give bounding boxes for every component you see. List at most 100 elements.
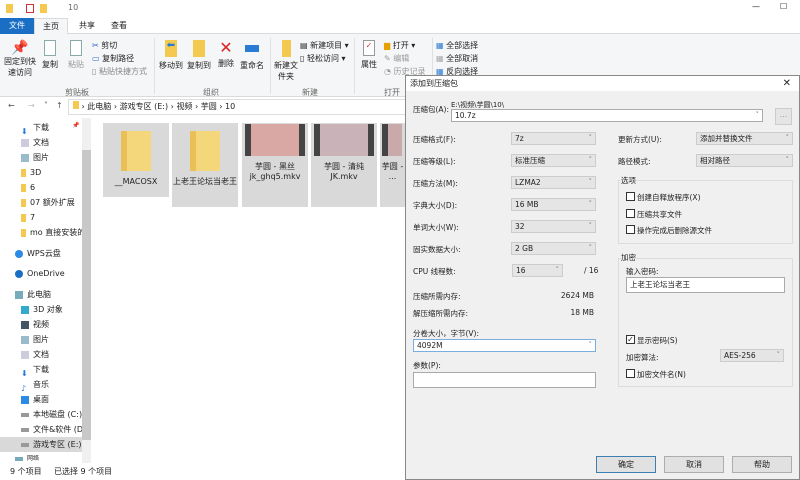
properties-quick-icon[interactable] — [26, 4, 34, 13]
nav-item-folder[interactable]: 07 额外扩展 — [0, 195, 82, 210]
format-select[interactable]: 7z ˅ — [511, 132, 596, 145]
breadcrumb[interactable]: 10 — [225, 102, 235, 111]
nav-item-network[interactable]: 网络 — [0, 455, 82, 463]
level-select[interactable]: 标准压缩 ˅ — [511, 154, 596, 167]
copy-path-button[interactable]: ▭ 复制路径 — [92, 53, 134, 64]
properties-button[interactable]: ✓ 属性 — [357, 40, 381, 70]
chevron-down-icon: ˅ — [588, 178, 593, 186]
split-size-combo[interactable]: 4092M ˅ — [413, 339, 596, 352]
enc-method-select[interactable]: AES-256 ˅ — [720, 349, 784, 362]
breadcrumb[interactable]: 游戏专区 (E:) — [120, 102, 169, 111]
browse-button[interactable]: ... — [775, 108, 792, 125]
tab-home[interactable]: 主页 — [34, 18, 68, 34]
nav-item-folder[interactable]: 7 — [0, 210, 82, 225]
copy-button[interactable]: 复制 — [38, 40, 62, 70]
nav-item-folder[interactable]: 3D — [0, 165, 82, 180]
copy-path-icon: ▭ — [92, 54, 100, 63]
nav-item-videos[interactable]: 视频 — [0, 317, 82, 332]
dict-select[interactable]: 16 MB ˅ — [511, 198, 596, 211]
tab-view[interactable]: 查看 — [102, 18, 136, 34]
solid-select[interactable]: 2 GB ˅ — [511, 242, 596, 255]
new-item-button[interactable]: ▤ 新建项目 ▾ — [300, 40, 349, 51]
sfx-checkbox[interactable] — [626, 192, 635, 201]
cut-button[interactable]: ✂ 剪切 — [92, 40, 117, 51]
ok-button[interactable]: 确定 — [596, 456, 656, 473]
scrollbar-thumb[interactable] — [82, 150, 91, 440]
breadcrumb[interactable]: 视频 — [176, 102, 192, 111]
edit-icon: ✎ — [384, 54, 391, 63]
nav-item-drive-d[interactable]: 文件&软件 (D — [0, 422, 82, 437]
enc-method-label: 加密算法: — [626, 353, 659, 362]
cpu-label: CPU 线程数: — [413, 267, 456, 276]
forward-button[interactable]: → — [28, 101, 35, 110]
maximize-button[interactable]: ☐ — [780, 2, 787, 11]
new-folder-button[interactable]: 新建文件夹 — [272, 40, 300, 82]
nav-item-wps-cloud[interactable]: WPS云盘 — [0, 246, 82, 261]
select-none-button[interactable]: ▦ 全部取消 — [436, 53, 478, 64]
path-mode-select[interactable]: 相对路径 ˅ — [696, 154, 793, 167]
back-button[interactable]: ← — [8, 101, 15, 110]
delete-button[interactable]: ✕ 删除 — [214, 38, 238, 69]
file-item-video[interactable]: 芋圆 - 清纯JK.mkv — [311, 123, 377, 207]
item-count: 9 个项目 — [10, 467, 42, 476]
nav-item-this-pc[interactable]: 此电脑 — [0, 287, 82, 302]
nav-item-pictures[interactable]: 图片 — [0, 150, 82, 165]
group-clipboard-label: 剪贴板 — [65, 88, 89, 97]
nav-item-music[interactable]: ♪ 音乐 — [0, 377, 82, 392]
breadcrumb[interactable]: 此电脑 — [87, 102, 111, 111]
rename-button[interactable]: 重命名 — [238, 40, 266, 71]
nav-item-downloads[interactable]: ⬇ 下载 — [0, 120, 82, 135]
file-item-folder[interactable]: __MACOSX — [103, 123, 169, 197]
method-select[interactable]: LZMA2 ˅ — [511, 176, 596, 189]
nav-item-drive-c[interactable]: 本地磁盘 (C:) — [0, 407, 82, 422]
params-input[interactable] — [413, 372, 596, 388]
paste-shortcut-button[interactable]: ▯ 粘贴快捷方式 — [92, 66, 147, 77]
file-item-video[interactable]: 芋圆 - 黑丝jk_ghq5.mkv — [242, 123, 308, 207]
copy-to-button[interactable]: 复制到 — [185, 40, 213, 71]
nav-item-documents[interactable]: 文档 — [0, 135, 82, 150]
new-folder-quick-icon[interactable] — [40, 4, 47, 13]
nav-item-onedrive[interactable]: OneDrive — [0, 266, 82, 281]
encrypt-names-checkbox[interactable] — [626, 369, 635, 378]
nav-item-downloads[interactable]: ⬇ 下载 — [0, 362, 82, 377]
nav-item-desktop[interactable]: 桌面 — [0, 392, 82, 407]
nav-item-drive-e[interactable]: 游戏专区 (E:) — [0, 437, 82, 452]
close-button[interactable]: ✕ — [783, 76, 791, 91]
pin-icon: 📌 — [11, 40, 29, 56]
pin-quick-access-button[interactable]: 📌 固定到快速访问 — [4, 40, 36, 78]
edit-button[interactable]: ✎ 编辑 — [384, 53, 409, 64]
minimize-button[interactable]: — — [752, 2, 760, 11]
dialog-title-bar: 添加到压缩包 ✕ — [406, 76, 799, 91]
tab-file[interactable]: 文件 — [0, 18, 34, 34]
tab-share[interactable]: 共享 — [70, 18, 104, 34]
show-password-checkbox[interactable]: ✓ — [626, 335, 635, 344]
shared-checkbox[interactable] — [626, 209, 635, 218]
address-bar[interactable]: › 此电脑 › 游戏专区 (E:) › 视频 › 芋圆 › 10 — [68, 99, 408, 115]
select-all-button[interactable]: ▦ 全部选择 — [436, 40, 478, 51]
easy-access-button[interactable]: ▯ 轻松访问 ▾ — [300, 53, 346, 64]
move-to-button[interactable]: ⬅ 移动到 — [157, 40, 185, 71]
nav-item-3d-objects[interactable]: 3D 对象 — [0, 302, 82, 317]
video-icon — [21, 320, 29, 329]
nav-item-folder[interactable]: mo 直接安装的 — [0, 225, 82, 240]
nav-item-documents[interactable]: 文档 — [0, 347, 82, 362]
delete-after-checkbox[interactable] — [626, 225, 635, 234]
nav-scrollbar[interactable] — [82, 118, 91, 463]
nav-item-pictures[interactable]: 图片 — [0, 332, 82, 347]
word-select[interactable]: 32 ˅ — [511, 220, 596, 233]
paste-button[interactable]: 粘贴 — [64, 40, 88, 70]
up-button[interactable]: ↑ — [56, 101, 63, 110]
nav-item-folder[interactable]: 6 — [0, 180, 82, 195]
cpu-select[interactable]: 16 ˅ — [512, 264, 563, 277]
cancel-button[interactable]: 取消 — [664, 456, 724, 473]
breadcrumb[interactable]: 芋圆 — [201, 102, 217, 111]
update-select[interactable]: 添加并替换文件 ˅ — [696, 132, 793, 145]
encryption-label: 加密 — [621, 252, 636, 263]
open-button[interactable]: ▆ 打开 ▾ — [384, 40, 415, 51]
help-button[interactable]: 帮助 — [732, 456, 792, 473]
file-item-video[interactable]: 芋圆 - ... — [380, 123, 405, 207]
file-item-folder[interactable]: 上老王论坛当老王 — [172, 123, 238, 207]
archive-name-combo[interactable]: 10.7z ˅ — [451, 109, 763, 122]
recent-dropdown[interactable]: ˅ — [44, 101, 48, 110]
password-input[interactable]: 上老王论坛当老王 — [626, 277, 785, 293]
